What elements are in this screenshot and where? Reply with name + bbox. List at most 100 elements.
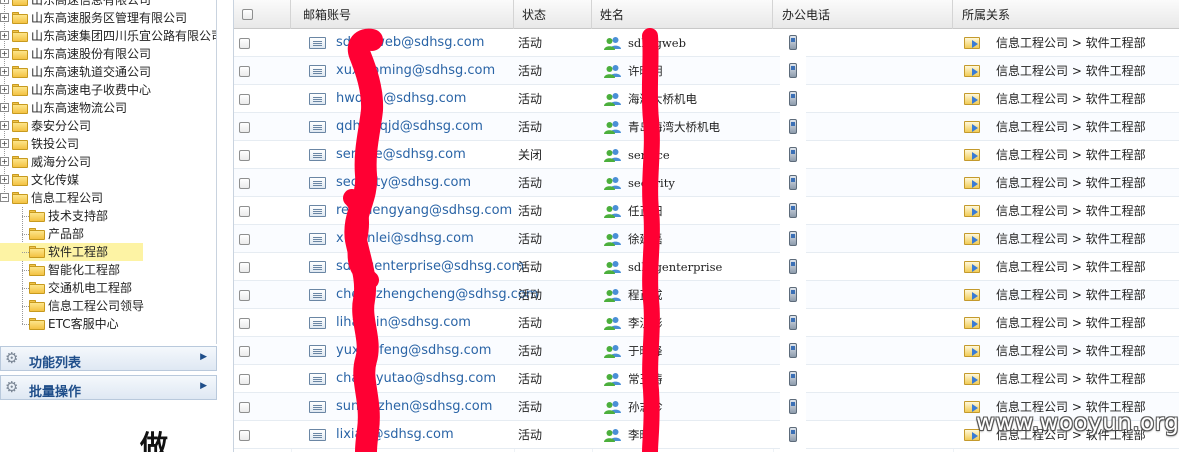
- table-row[interactable]: xuxiaoming@sdhsg.com 活动 许晓明 信息工程公司 > 软件工程部: [234, 57, 1179, 85]
- tree-node[interactable]: 软件工程部: [0, 243, 143, 261]
- table-row[interactable]: qdhwdqjd@sdhsg.com 活动 青岛海湾大桥机电 信息工程公司 > 软件工…: [234, 113, 1179, 141]
- expand-icon[interactable]: +: [0, 139, 9, 148]
- row-checkbox[interactable]: [239, 290, 250, 301]
- accordion-batch-ops[interactable]: ⚙ 批量操作 ▶: [0, 375, 217, 400]
- expand-icon[interactable]: +: [0, 85, 9, 94]
- phone-icon[interactable]: [789, 287, 797, 302]
- move-folder-icon[interactable]: [964, 345, 980, 357]
- table-row[interactable]: lihanbin@sdhsg.com 活动 李汉彬 信息工程公司 > 软件工程部: [234, 309, 1179, 337]
- table-row[interactable]: sdhsgweb@sdhsg.com 活动 sdhsgweb 信息工程公司 > 软件工…: [234, 29, 1179, 57]
- tree-node[interactable]: 技术支持部: [0, 207, 216, 225]
- move-folder-icon[interactable]: [964, 317, 980, 329]
- tree-node[interactable]: 信息工程公司领导: [0, 297, 216, 315]
- tree-node[interactable]: − 信息工程公司: [0, 189, 216, 207]
- tree-node[interactable]: + 山东高速电子收费中心: [0, 81, 216, 99]
- expand-icon[interactable]: +: [0, 31, 9, 40]
- expand-icon[interactable]: +: [0, 49, 9, 58]
- phone-icon[interactable]: [789, 427, 797, 442]
- row-checkbox[interactable]: [239, 374, 250, 385]
- header-name[interactable]: 姓名: [592, 0, 773, 29]
- email-link[interactable]: renzhengyang@sdhsg.com: [336, 197, 512, 225]
- email-link[interactable]: qdhwdqjd@sdhsg.com: [336, 113, 483, 141]
- move-folder-icon[interactable]: [964, 373, 980, 385]
- table-row[interactable]: changyutao@sdhsg.com 活动 常玉涛 信息工程公司 > 软件工程部: [234, 365, 1179, 393]
- move-folder-icon[interactable]: [964, 65, 980, 77]
- row-checkbox[interactable]: [239, 122, 250, 133]
- email-link[interactable]: xujianlei@sdhsg.com: [336, 225, 474, 253]
- row-checkbox[interactable]: [239, 206, 250, 217]
- row-checkbox[interactable]: [239, 178, 250, 189]
- row-checkbox[interactable]: [239, 66, 250, 77]
- table-row[interactable]: service@sdhsg.com 关闭 service 信息工程公司 > 软件工程部: [234, 141, 1179, 169]
- tree-node[interactable]: + 山东高速服务区管理有限公司: [0, 9, 216, 27]
- phone-icon[interactable]: [789, 175, 797, 190]
- phone-icon[interactable]: [789, 119, 797, 134]
- phone-icon[interactable]: [789, 371, 797, 386]
- move-folder-icon[interactable]: [964, 121, 980, 133]
- move-folder-icon[interactable]: [964, 261, 980, 273]
- phone-icon[interactable]: [789, 399, 797, 414]
- move-folder-icon[interactable]: [964, 289, 980, 301]
- phone-icon[interactable]: [789, 203, 797, 218]
- phone-icon[interactable]: [789, 147, 797, 162]
- table-row[interactable]: yuxiaofeng@sdhsg.com 活动 于晓峰 信息工程公司 > 软件工程部: [234, 337, 1179, 365]
- email-link[interactable]: lihanbin@sdhsg.com: [336, 309, 471, 337]
- email-link[interactable]: lixiao@sdhsg.com: [336, 421, 454, 449]
- email-link[interactable]: security@sdhsg.com: [336, 169, 471, 197]
- row-checkbox[interactable]: [239, 318, 250, 329]
- table-row[interactable]: sdhsgenterprise@sdhsg.com 活动 sdhsgenterpri…: [234, 253, 1179, 281]
- tree-node[interactable]: + 山东高速轨道交通公司: [0, 63, 216, 81]
- expand-icon[interactable]: +: [0, 0, 9, 4]
- email-link[interactable]: xuxiaoming@sdhsg.com: [336, 57, 495, 85]
- email-link[interactable]: sunzhizhen@sdhsg.com: [336, 393, 492, 421]
- email-link[interactable]: sdhsgweb@sdhsg.com: [336, 29, 484, 57]
- tree-node[interactable]: 产品部: [0, 225, 216, 243]
- tree-node[interactable]: + 铁投公司: [0, 135, 216, 153]
- phone-icon[interactable]: [789, 63, 797, 78]
- expand-icon[interactable]: +: [0, 13, 9, 22]
- header-email[interactable]: 邮箱账号: [291, 0, 514, 29]
- expand-icon[interactable]: +: [0, 175, 9, 184]
- accordion-function-list[interactable]: ⚙ 功能列表 ▶: [0, 346, 217, 371]
- tree-node[interactable]: + 威海分公司: [0, 153, 216, 171]
- row-checkbox[interactable]: [239, 234, 250, 245]
- tree-node[interactable]: + 山东高速信息有限公司: [0, 0, 216, 9]
- email-link[interactable]: yuxiaofeng@sdhsg.com: [336, 337, 491, 365]
- row-checkbox[interactable]: [239, 94, 250, 105]
- move-folder-icon[interactable]: [964, 233, 980, 245]
- phone-icon[interactable]: [789, 315, 797, 330]
- phone-icon[interactable]: [789, 91, 797, 106]
- row-checkbox[interactable]: [239, 402, 250, 413]
- move-folder-icon[interactable]: [964, 149, 980, 161]
- row-checkbox[interactable]: [239, 430, 250, 441]
- tree-node[interactable]: ETC客服中心: [0, 315, 216, 333]
- tree-node[interactable]: + 文化传媒: [0, 171, 216, 189]
- table-row[interactable]: renzhengyang@sdhsg.com 活动 任正阳 信息工程公司 > 软件工程…: [234, 197, 1179, 225]
- expand-icon[interactable]: +: [0, 121, 9, 130]
- header-phone[interactable]: 办公电话: [773, 0, 953, 29]
- table-row[interactable]: xujianlei@sdhsg.com 活动 徐建磊 信息工程公司 > 软件工程部: [234, 225, 1179, 253]
- phone-icon[interactable]: [789, 343, 797, 358]
- email-link[interactable]: hwdqjd@sdhsg.com: [336, 85, 466, 113]
- phone-icon[interactable]: [789, 231, 797, 246]
- move-folder-icon[interactable]: [964, 177, 980, 189]
- row-checkbox[interactable]: [239, 150, 250, 161]
- email-link[interactable]: sdhsgenterprise@sdhsg.com: [336, 253, 524, 281]
- expand-icon[interactable]: +: [0, 157, 9, 166]
- move-folder-icon[interactable]: [964, 93, 980, 105]
- row-checkbox[interactable]: [239, 346, 250, 357]
- table-row[interactable]: chengzhengcheng@sdhsg.com 活动 程正成 信息工程公司 > 软…: [234, 281, 1179, 309]
- tree-node[interactable]: 交通机电工程部: [0, 279, 216, 297]
- phone-icon[interactable]: [789, 35, 797, 50]
- move-folder-icon[interactable]: [964, 205, 980, 217]
- email-link[interactable]: changyutao@sdhsg.com: [336, 365, 496, 393]
- expand-icon[interactable]: +: [0, 103, 9, 112]
- email-link[interactable]: chengzhengcheng@sdhsg.com: [336, 281, 539, 309]
- tree-node[interactable]: + 山东高速股份有限公司: [0, 45, 216, 63]
- move-folder-icon[interactable]: [964, 37, 980, 49]
- header-status[interactable]: 状态: [514, 0, 592, 29]
- collapse-icon[interactable]: −: [0, 193, 9, 202]
- tree-node[interactable]: + 山东高速集团四川乐宜公路有限公司: [0, 27, 216, 45]
- tree-node[interactable]: + 山东高速物流公司: [0, 99, 216, 117]
- table-row[interactable]: security@sdhsg.com 活动 security 信息工程公司 > 软件工…: [234, 169, 1179, 197]
